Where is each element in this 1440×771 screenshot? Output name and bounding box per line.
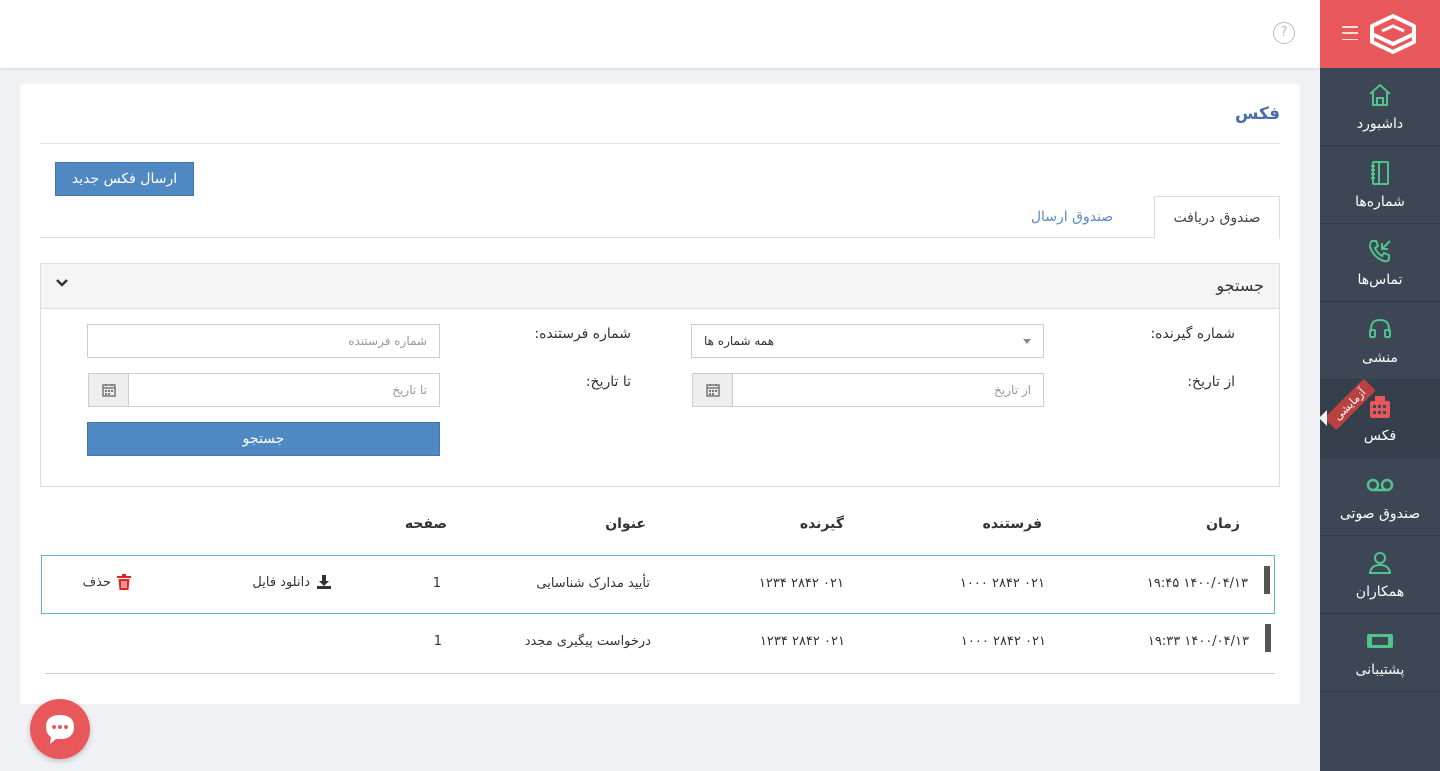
download-file-button[interactable]: دانلود فایل <box>252 574 332 590</box>
cell-sender: ۰۲۱ ۲۸۴۲ ۱۰۰۰ <box>960 634 1046 649</box>
ticket-icon <box>1365 626 1395 656</box>
cell-pages: 1 <box>432 576 441 591</box>
cell-time: ۱۴۰۰/۰۴/۱۳ ۱۹:۳۳ <box>1147 634 1249 649</box>
divider <box>45 673 1275 674</box>
delete-button[interactable]: حذف <box>83 574 131 590</box>
from-date-input[interactable]: از تاریخ <box>732 373 1044 407</box>
sidebar-item-label: همکاران <box>1355 584 1405 600</box>
download-label: دانلود فایل <box>252 574 310 590</box>
sidebar-item-numbers[interactable]: شماره‌ها <box>1320 146 1440 224</box>
sidebar-item-dashboard[interactable]: داشبورد <box>1320 68 1440 146</box>
active-indicator <box>1319 410 1327 426</box>
delete-label: حذف <box>82 574 111 590</box>
sidebar-item-label: شماره‌ها <box>1355 194 1405 210</box>
sidebar-item-label: صندوق صوتی <box>1339 506 1421 522</box>
dropdown-caret-icon <box>1023 338 1031 344</box>
row-marker <box>1264 566 1270 594</box>
top-bar: ? <box>0 0 1320 68</box>
users-icon <box>1365 548 1395 578</box>
calendar-icon[interactable] <box>692 373 733 407</box>
from-date-placeholder: از تاریخ <box>994 383 1031 397</box>
sidebar-item-voicemail[interactable]: صندوق صوتی <box>1320 458 1440 536</box>
voicemail-icon <box>1365 470 1395 500</box>
cell-time: ۱۴۰۰/۰۴/۱۳ ۱۹:۴۵ <box>1146 576 1248 591</box>
cell-pages: 1 <box>433 634 442 649</box>
receiver-select[interactable]: همه شماره ها <box>691 324 1044 358</box>
row-marker <box>1265 624 1271 652</box>
cell-receiver: ۰۲۱ ۲۸۴۲ ۱۲۳۴ <box>759 634 845 649</box>
sidebar-item-label: داشبورد <box>1356 116 1404 132</box>
search-panel-header[interactable]: جستجو <box>41 264 1279 309</box>
chat-bubble-icon <box>46 715 74 744</box>
tabs: صندوق دریافت صندوق ارسال <box>40 196 1280 239</box>
to-date-input[interactable]: تا تاریخ <box>128 373 440 407</box>
receiver-label: شماره گیرنده: <box>1150 326 1235 342</box>
sidebar-item-label: منشی <box>1362 350 1398 366</box>
cell-subject: تأیید مدارک شناسایی <box>536 576 650 591</box>
sidebar-item-label: تماس‌ها <box>1357 272 1403 288</box>
sidebar-item-colleagues[interactable]: همکاران <box>1320 536 1440 614</box>
brand-logo <box>1370 14 1416 54</box>
sidebar-item-label: پشتیبانی <box>1355 662 1405 678</box>
sender-input[interactable]: شماره فرستنده <box>87 324 440 358</box>
calendar-icon[interactable] <box>88 373 129 407</box>
cell-sender: ۰۲۱ ۲۸۴۲ ۱۰۰۰ <box>959 576 1045 591</box>
home-icon <box>1365 80 1395 110</box>
sender-placeholder: شماره فرستنده <box>348 334 427 348</box>
column-header-time: زمان <box>1206 516 1240 532</box>
help-icon[interactable]: ? <box>1273 22 1295 44</box>
chevron-down-icon[interactable] <box>55 276 69 290</box>
send-new-fax-button[interactable]: ارسال فکس جدید <box>55 162 194 196</box>
cell-receiver: ۰۲۱ ۲۸۴۲ ۱۲۳۴ <box>758 576 844 591</box>
column-header-pages: صفحه <box>404 516 447 532</box>
sender-label: شماره فرستنده: <box>534 326 631 342</box>
from-date-label: از تاریخ: <box>1187 374 1235 390</box>
chat-widget-button[interactable] <box>30 699 90 759</box>
sidebar: داشبورد شماره‌ها تماس‌ها منشی آزمایشی <box>1319 0 1440 771</box>
incoming-call-icon <box>1365 236 1395 266</box>
hamburger-menu-icon[interactable] <box>1342 26 1358 40</box>
column-header-sender: فرستنده <box>982 516 1042 532</box>
download-icon <box>317 575 331 589</box>
sidebar-nav: داشبورد شماره‌ها تماس‌ها منشی آزمایشی <box>1319 68 1440 692</box>
search-panel: جستجو شماره گیرنده: همه شماره ها شماره ف… <box>40 263 1280 487</box>
trash-icon <box>117 574 131 590</box>
tab-outbox[interactable]: صندوق ارسال <box>990 196 1154 238</box>
table-row[interactable]: ۱۴۰۰/۰۴/۱۳ ۱۹:۴۵ ۰۲۱ ۲۸۴۲ ۱۰۰۰ ۰۲۱ ۲۸۴۲ … <box>41 555 1275 614</box>
sidebar-item-support[interactable]: پشتیبانی <box>1320 614 1440 692</box>
main-card: فکس ارسال فکس جدید صندوق دریافت صندوق ار… <box>20 84 1300 704</box>
divider <box>40 143 1280 144</box>
search-panel-title: جستجو <box>1216 276 1264 295</box>
logo-area <box>1320 0 1440 68</box>
to-date-label: تا تاریخ: <box>585 374 631 390</box>
sidebar-item-label: فکس <box>1363 428 1397 444</box>
to-date-placeholder: تا تاریخ <box>392 383 427 397</box>
sidebar-item-fax[interactable]: آزمایشی فکس <box>1319 378 1440 458</box>
sidebar-item-calls[interactable]: تماس‌ها <box>1320 224 1440 302</box>
search-button[interactable]: جستجو <box>87 422 440 456</box>
page-title: فکس <box>1234 104 1280 124</box>
headset-icon <box>1365 314 1395 344</box>
column-header-subject: عنوان <box>605 516 646 532</box>
column-header-receiver: گیرنده <box>799 516 844 532</box>
tab-inbox[interactable]: صندوق دریافت <box>1154 196 1280 239</box>
table-row[interactable]: ۱۴۰۰/۰۴/۱۳ ۱۹:۳۳ ۰۲۱ ۲۸۴۲ ۱۰۰۰ ۰۲۱ ۲۸۴۲ … <box>41 614 1275 673</box>
receiver-select-value: همه شماره ها <box>704 334 775 348</box>
sidebar-item-secretary[interactable]: منشی <box>1320 302 1440 380</box>
notebook-icon <box>1365 158 1395 188</box>
cell-subject: درخواست پیگیری مجدد <box>524 634 651 649</box>
